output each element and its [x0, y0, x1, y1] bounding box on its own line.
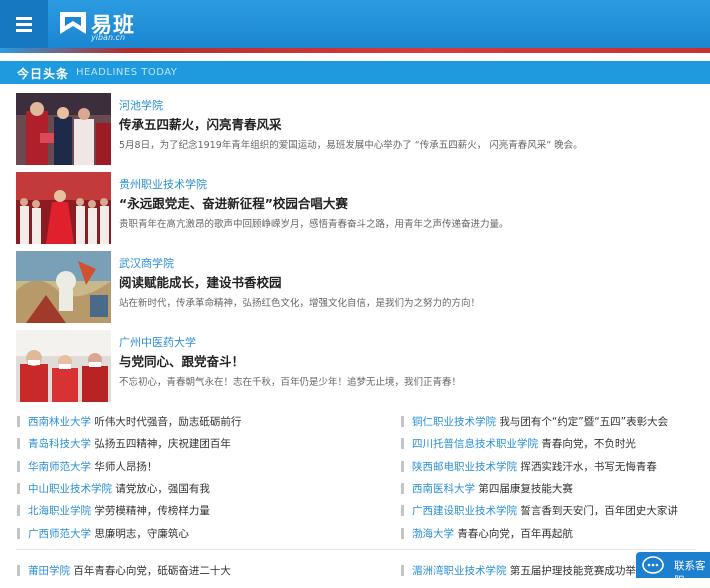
news-school[interactable]: 莆田学院 [28, 565, 70, 577]
customer-service-button[interactable]: 联系客服 [636, 552, 710, 587]
news-school[interactable]: 陕西邮电职业技术学院 [412, 461, 517, 473]
news-headline[interactable]: 青春心向党，百年再起航 [457, 528, 573, 540]
news-school[interactable]: 北海职业学院 [28, 505, 91, 517]
news-headline[interactable]: 弘扬五四精神，庆祝建团百年 [94, 438, 231, 450]
news-headline[interactable]: 誓言香到天安门，百年团史大家讲 [520, 505, 678, 517]
feature-school[interactable]: 广州中医药大学 [119, 334, 196, 350]
feature-school[interactable]: 河池学院 [119, 97, 163, 113]
news-headline[interactable]: 学劳模精神，传榜样力量 [94, 505, 210, 517]
list-divider [16, 549, 696, 550]
feature-school[interactable]: 武汉商学院 [119, 255, 174, 271]
feature-description: 站在新时代，传承革命精神，弘扬红色文化，增强文化自信，是我们为之努力的方向！ [119, 298, 481, 309]
news-headline[interactable]: 听伟大时代强音，励志砥砺前行 [94, 416, 241, 428]
news-school[interactable]: 渤海大学 [412, 528, 454, 540]
section-header: 今日头条 HEADLINES TODAY [0, 61, 710, 84]
news-headline[interactable]: 请党放心，强国有我 [115, 483, 210, 495]
feature-item[interactable]: 广州中医药大学 与党同心、跟党奋斗！ 不忘初心，青春朝气永在！志在千秋，百年仍是… [16, 330, 710, 402]
feature-thumbnail[interactable] [16, 172, 111, 244]
yiban-logo[interactable]: 易班 yiban.cn [58, 7, 138, 42]
section-title: 今日头条 [17, 67, 70, 81]
news-school[interactable]: 中山职业技术学院 [28, 483, 112, 495]
news-headline[interactable]: 青春向党，不负时光 [541, 438, 636, 450]
news-school[interactable]: 铜仁职业技术学院 [412, 416, 496, 428]
chat-bubble-icon [642, 556, 664, 574]
news-school[interactable]: 广西师范大学 [28, 528, 91, 540]
news-school[interactable]: 广西建设职业技术学院 [412, 505, 517, 517]
feature-title[interactable]: 阅读赋能成长，建设书香校园 [119, 272, 282, 291]
news-headline[interactable]: 我与团有个“约定”暨“五四”表彰大会 [499, 416, 668, 428]
news-headline[interactable]: 百年青春心向党，砥砺奋进二十大 [73, 565, 231, 577]
section-subtitle: HEADLINES TODAY [76, 67, 178, 78]
news-school[interactable]: 四川托普信息技术职业学院 [412, 438, 538, 450]
news-headline[interactable]: 第五届护理技能竞赛成功举办 [510, 565, 647, 577]
customer-service-label[interactable]: 联系客服 [674, 558, 710, 588]
news-school[interactable]: 青岛科技大学 [28, 438, 91, 450]
news-school[interactable]: 西南林业大学 [28, 416, 91, 428]
feature-description: 贵职青年在高亢激昂的歌声中回顾峥嵘岁月，感悟青春奋斗之路，用青年之声传递奋进力量… [119, 219, 509, 230]
feature-title[interactable]: 与党同心、跟党奋斗！ [119, 351, 244, 370]
news-school[interactable]: 华南师范大学 [28, 461, 91, 473]
news-headline[interactable]: 华师人昂扬！ [94, 461, 157, 473]
feature-item[interactable]: 贵州职业技术学院 “永远跟党走、奋进新征程”校园合唱大赛 贵职青年在高亢激昂的歌… [16, 172, 710, 244]
logo-subtext: yiban.cn [91, 33, 126, 42]
feature-thumbnail[interactable] [16, 251, 111, 323]
feature-school[interactable]: 贵州职业技术学院 [119, 176, 207, 192]
feature-title[interactable]: “永远跟党走、奋进新征程”校园合唱大赛 [119, 193, 348, 212]
hamburger-menu-icon[interactable] [0, 0, 48, 48]
feature-item[interactable]: 武汉商学院 阅读赋能成长，建设书香校园 站在新时代，传承革命精神，弘扬红色文化，… [16, 251, 710, 323]
feature-title[interactable]: 传承五四薪火，闪亮青春风采 [119, 114, 282, 133]
feature-thumbnail[interactable] [16, 93, 111, 165]
news-headline[interactable]: 思廉明志，守廉筑心 [94, 528, 189, 540]
news-school[interactable]: 湄洲湾职业技术学院 [412, 565, 507, 577]
news-headline[interactable]: 挥洒实践汗水，书写无悔青春 [520, 461, 657, 473]
feature-item[interactable]: 河池学院 传承五四薪火，闪亮青春风采 5月8日，为了纪念1919年青年组织的爱国… [16, 93, 710, 165]
news-headline[interactable]: 第四届康复技能大赛 [478, 483, 573, 495]
news-school[interactable]: 西南医科大学 [412, 483, 475, 495]
yiban-logo-icon [60, 12, 86, 34]
feature-thumbnail[interactable] [16, 330, 111, 402]
header-divider-stripe [0, 48, 710, 53]
feature-description: 5月8日，为了纪念1919年青年组织的爱国运动，易班发展中心举办了 “传承五四薪… [119, 140, 583, 151]
top-navbar: 易班 yiban.cn [0, 0, 710, 48]
feature-description: 不忘初心，青春朝气永在！志在千秋，百年仍是少年！追梦无止境，我们正青春！ [119, 377, 462, 388]
